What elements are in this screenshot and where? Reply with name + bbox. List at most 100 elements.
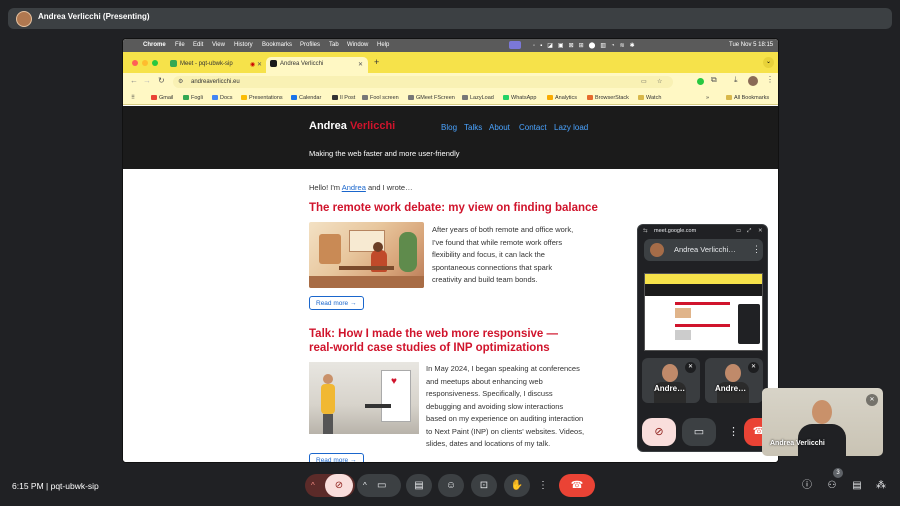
bookmark-analytics[interactable]: Analytics <box>547 95 577 101</box>
nav-about[interactable]: About <box>489 123 510 132</box>
tab-site[interactable]: Andrea Verlicchi ✕ <box>266 57 368 73</box>
new-tab-icon[interactable]: + <box>374 57 379 67</box>
bookmark-ilpost[interactable]: Il Post <box>332 95 355 101</box>
read-more-button[interactable]: Read more → <box>309 296 364 310</box>
browser-tabbar: Meet - pqt-ubwk-sip ◉ ✕ Andrea Verlicchi… <box>123 52 778 73</box>
pip-mic-button[interactable]: ⊘ <box>642 418 676 446</box>
extensions-icon[interactable]: ⧉ <box>711 75 717 85</box>
nav-lazy-load[interactable]: Lazy load <box>554 123 588 132</box>
sheets-icon <box>183 95 189 100</box>
chat-button[interactable]: ▤ <box>847 476 867 496</box>
window-zoom-dot[interactable] <box>152 60 158 66</box>
pip-avatar <box>650 243 664 257</box>
participant-name: Andre… <box>654 384 686 393</box>
post-image-talk[interactable]: ♥ <box>309 362 419 434</box>
bookmark-watch[interactable]: Watch <box>638 95 661 101</box>
apps-grid-icon[interactable]: ⠿ <box>131 95 135 101</box>
bookmark-gmail[interactable]: Gmail <box>151 95 173 101</box>
pip-more-options-icon[interactable]: ⋮ <box>728 425 739 438</box>
extension-green-icon[interactable] <box>697 78 704 85</box>
site-info-icon[interactable]: ⚙ <box>178 78 183 85</box>
menu-profiles: Profiles <box>300 42 321 48</box>
nav-blog[interactable]: Blog <box>441 123 457 132</box>
info-icon: ⓘ <box>802 480 812 491</box>
menubar-clock: Tue Nov 5 18:15 <box>729 42 774 48</box>
more-options-button[interactable]: ⋮ <box>533 474 553 497</box>
participant-tile[interactable]: ✕ Andre… <box>642 358 700 403</box>
present-screen-icon: ⊡ <box>479 480 489 491</box>
bookmark-presentations[interactable]: Presentations <box>241 95 283 101</box>
mic-control[interactable]: ^ ⊘ <box>305 474 355 497</box>
nav-contact[interactable]: Contact <box>519 123 547 132</box>
all-bookmarks[interactable]: All Bookmarks <box>726 95 769 101</box>
bookmark-fool-screen[interactable]: Fool screen <box>362 95 399 101</box>
pip-more-icon[interactable]: ⋮ <box>752 244 761 255</box>
post-image-remote-work[interactable] <box>309 222 424 288</box>
pip-camera-button[interactable]: ▭ <box>682 418 716 446</box>
back-icon[interactable]: ← <box>130 76 138 85</box>
tab-meet[interactable]: Meet - pqt-ubwk-sip ◉ ✕ <box>166 57 262 73</box>
menu-help: Help <box>377 42 390 48</box>
slides-icon <box>241 95 247 100</box>
nav-talks[interactable]: Talks <box>464 123 482 132</box>
bookmark-calendar[interactable]: Calendar <box>291 95 321 101</box>
emoji-icon: ☺ <box>445 480 457 491</box>
bookmark-browserstack[interactable]: BrowserStack <box>587 95 629 101</box>
people-button[interactable]: ⚇ <box>822 476 842 496</box>
tab-audio-icon[interactable]: ◉ <box>250 61 255 68</box>
pip-menu-icon[interactable]: ⇆ <box>643 228 648 234</box>
bookmark-fogli[interactable]: Fogli <box>183 95 203 101</box>
bookmarks-bar: ⠿ Gmail Fogli Docs Presentations Calenda… <box>123 91 778 105</box>
camera-control[interactable]: ^ ▭ <box>357 474 401 497</box>
window-close-dot[interactable] <box>132 60 138 66</box>
activities-button[interactable]: ⁂ <box>871 476 891 496</box>
reactions-button[interactable]: ☺ <box>438 474 464 497</box>
post-title[interactable]: The remote work debate: my view on findi… <box>309 202 598 214</box>
address-bar[interactable]: ⚙ andreaverlicchi.eu ☆ ▭ <box>173 76 673 88</box>
bookmark-whatsapp[interactable]: WhatsApp <box>503 95 536 101</box>
docs-icon <box>212 95 218 100</box>
hello-link[interactable]: Andrea <box>342 183 366 192</box>
bookmark-gmeet-fscreen[interactable]: GMeet FScreen <box>408 95 455 101</box>
captions-button[interactable]: ▤ <box>406 474 432 497</box>
self-view-tile[interactable]: ✕ Andrea Verlicchi <box>762 388 883 456</box>
video-camera-icon: ▭ <box>377 480 387 491</box>
present-button[interactable]: ⊡ <box>471 474 497 497</box>
profile-avatar[interactable] <box>748 76 758 86</box>
bookmark-docs[interactable]: Docs <box>212 95 233 101</box>
participant-tile[interactable]: ✕ Andre… <box>705 358 763 403</box>
download-icon[interactable]: ⤓ <box>734 75 738 85</box>
read-more-button[interactable]: Read more → <box>309 453 364 462</box>
participants-count-badge: 3 <box>833 468 843 478</box>
bookmark-star-icon[interactable]: ☆ <box>657 78 662 85</box>
tab-close-icon[interactable]: ✕ <box>257 61 262 68</box>
captions-icon: ▤ <box>414 480 424 491</box>
end-call-button[interactable]: ☎ <box>559 474 595 497</box>
camera-options-chevron-icon[interactable]: ^ <box>363 474 367 497</box>
forward-icon[interactable]: → <box>143 76 151 85</box>
post-title-line-2[interactable]: real-world case studies of INP optimizat… <box>309 342 550 354</box>
meeting-code: pqt-ubwk-sip <box>50 481 99 491</box>
mic-options-chevron-icon[interactable]: ^ <box>311 474 315 497</box>
window-minimize-dot[interactable] <box>142 60 148 66</box>
bookmark-lazyload[interactable]: LazyLoad <box>462 95 494 101</box>
pip-presenter-row[interactable]: Andrea Verlicchi… ⋮ <box>644 239 763 261</box>
meeting-details-button[interactable]: ⓘ <box>797 476 817 496</box>
browser-toolbar: ← → ↻ ⚙ andreaverlicchi.eu ☆ ▭ ⧉ ⤓ ⋮ <box>123 73 778 91</box>
cast-icon[interactable]: ▭ <box>641 78 647 85</box>
raise-hand-button[interactable]: ✋ <box>504 474 530 497</box>
browser-menu-icon[interactable]: ⋮ <box>766 75 774 84</box>
tab-search-icon[interactable]: ⌄ <box>763 57 774 68</box>
mic-off-icon[interactable]: ⊘ <box>325 474 353 497</box>
tab-close-icon[interactable]: ✕ <box>358 61 363 68</box>
pip-close-icon[interactable]: ✕ <box>758 228 763 234</box>
pip-expand-icon[interactable]: ⤢ <box>747 228 751 235</box>
bookmarks-overflow-icon[interactable]: » <box>706 95 709 101</box>
video-camera-icon: ▭ <box>693 426 705 438</box>
reload-icon[interactable]: ↻ <box>158 76 165 85</box>
meet-controls-bar: 6:15 PM | pqt-ubwk-sip ^ ⊘ ^ ▭ ▤ ☺ ⊡ ✋ ⋮… <box>0 463 900 506</box>
post-title[interactable]: Talk: How I made the web more responsive… <box>309 328 558 340</box>
pip-camera-icon[interactable]: ▭ <box>736 228 741 234</box>
site-logo[interactable]: Andrea Verlicchi <box>309 120 395 132</box>
clock-time: 6:15 PM <box>12 481 44 491</box>
